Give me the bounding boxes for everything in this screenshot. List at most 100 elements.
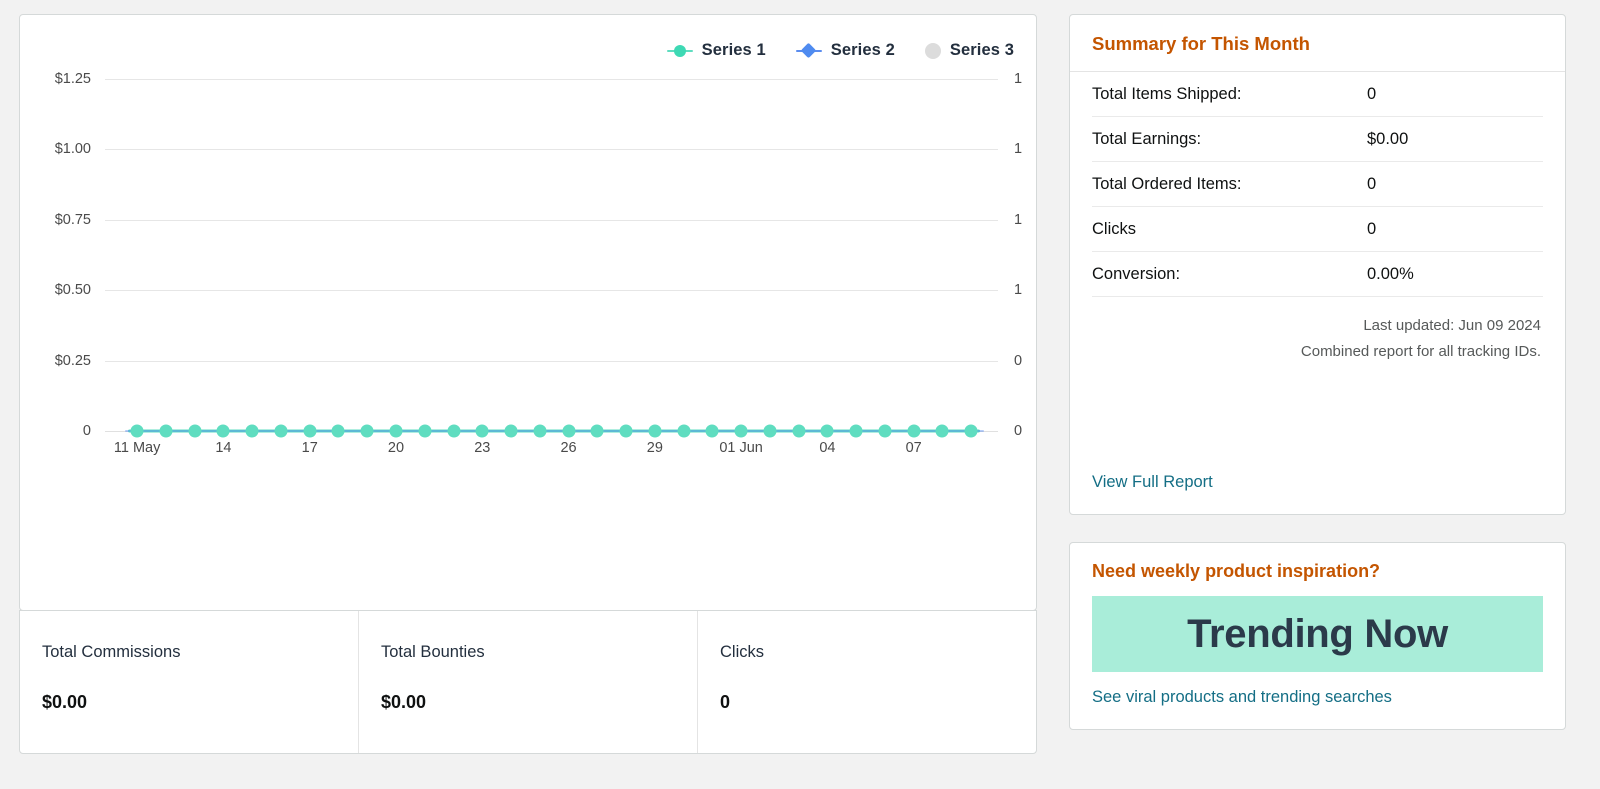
summary-row-value: 0.00% [1367, 265, 1414, 284]
right-column: Summary for This Month Total Items Shipp… [1069, 14, 1566, 775]
y-axis-left-tick: $0.75 [55, 212, 91, 228]
series-1-data-point[interactable] [217, 425, 230, 438]
series-1-data-point[interactable] [735, 425, 748, 438]
promo-panel: Need weekly product inspiration? Trendin… [1069, 542, 1566, 730]
x-axis-tick: 26 [560, 440, 576, 456]
summary-row: Total Earnings:$0.00 [1092, 117, 1543, 162]
promo-title: Need weekly product inspiration? [1092, 561, 1543, 582]
series-3-circle-marker-icon [925, 43, 941, 59]
summary-row-key: Clicks [1092, 220, 1367, 239]
x-axis-tick: 20 [388, 440, 404, 456]
series-1-data-point[interactable] [418, 425, 431, 438]
series-1-data-point[interactable] [792, 425, 805, 438]
summary-row-value: $0.00 [1367, 130, 1408, 149]
chart-plot-inner: $1.251$1.001$0.751$0.501$0.2500011 May14… [105, 79, 998, 431]
y-axis-left-tick: $1.25 [55, 71, 91, 87]
dashboard-page: Series 1 Series 2 Series 3 [0, 0, 1600, 789]
series-2-diamond-marker-icon [796, 44, 822, 58]
series-1-data-point[interactable] [907, 425, 920, 438]
summary-row: Total Items Shipped:0 [1092, 72, 1543, 117]
series-1-data-point[interactable] [821, 425, 834, 438]
trending-now-banner[interactable]: Trending Now [1092, 596, 1543, 672]
series-1-data-point[interactable] [965, 425, 978, 438]
series-1-data-point[interactable] [476, 425, 489, 438]
series-1-data-point[interactable] [936, 425, 949, 438]
summary-row-value: 0 [1367, 220, 1376, 239]
summary-footer: View Full Report [1070, 409, 1565, 514]
stat-value-clicks: 0 [720, 692, 1036, 713]
series-1-data-point[interactable] [648, 425, 661, 438]
summary-note-block: Last updated: Jun 09 2024 Combined repor… [1070, 297, 1565, 365]
summary-row-key: Conversion: [1092, 265, 1367, 284]
summary-row-key: Total Earnings: [1092, 130, 1367, 149]
y-axis-left-tick: 0 [83, 423, 91, 439]
chart-plot-area: $1.251$1.001$0.751$0.501$0.2500011 May14… [20, 79, 1038, 499]
summary-row-value: 0 [1367, 85, 1376, 104]
y-axis-left-tick: $0.50 [55, 282, 91, 298]
series-1-data-point[interactable] [159, 425, 172, 438]
summary-row: Clicks0 [1092, 207, 1543, 252]
chart-gridline [105, 149, 998, 150]
summary-row-value: 0 [1367, 175, 1376, 194]
y-axis-right-tick: 0 [1014, 353, 1022, 369]
series-1-data-point[interactable] [332, 425, 345, 438]
viral-products-link[interactable]: See viral products and trending searches [1092, 688, 1392, 706]
stat-value-total-bounties: $0.00 [381, 692, 697, 713]
summary-title: Summary for This Month [1092, 33, 1543, 55]
series-1-line-marker-icon [667, 44, 693, 58]
summary-panel-header: Summary for This Month [1070, 15, 1565, 72]
chart-gridline [105, 290, 998, 291]
x-axis-tick: 04 [819, 440, 835, 456]
stat-value-total-commissions: $0.00 [42, 692, 358, 713]
summary-row-key: Total Ordered Items: [1092, 175, 1367, 194]
legend-item-series-1[interactable]: Series 1 [667, 41, 766, 60]
summary-panel: Summary for This Month Total Items Shipp… [1069, 14, 1566, 515]
series-1-data-point[interactable] [850, 425, 863, 438]
series-1-data-point[interactable] [505, 425, 518, 438]
series-1-data-point[interactable] [447, 425, 460, 438]
stat-card-total-commissions: Total Commissions $0.00 [20, 611, 359, 753]
x-axis-tick: 11 May [114, 440, 160, 456]
series-1-data-point[interactable] [620, 425, 633, 438]
series-1-data-point[interactable] [562, 425, 575, 438]
x-axis-tick: 17 [302, 440, 318, 456]
x-axis-tick: 14 [215, 440, 231, 456]
stat-label-total-bounties: Total Bounties [381, 643, 697, 662]
left-column: Series 1 Series 2 Series 3 [19, 14, 1037, 775]
legend-label-series-2: Series 2 [831, 41, 895, 60]
legend-item-series-2[interactable]: Series 2 [796, 41, 895, 60]
series-1-data-point[interactable] [591, 425, 604, 438]
chart-card: Series 1 Series 2 Series 3 [19, 14, 1037, 611]
series-1-data-point[interactable] [246, 425, 259, 438]
chart-gridline [105, 220, 998, 221]
x-axis-tick: 23 [474, 440, 490, 456]
stat-label-clicks: Clicks [720, 643, 1036, 662]
y-axis-right-tick: 1 [1014, 71, 1022, 87]
series-1-data-point[interactable] [274, 425, 287, 438]
x-axis-tick: 07 [906, 440, 922, 456]
series-1-data-point[interactable] [763, 425, 776, 438]
y-axis-right-tick: 1 [1014, 212, 1022, 228]
series-1-data-point[interactable] [389, 425, 402, 438]
legend-item-series-3[interactable]: Series 3 [925, 41, 1014, 60]
stat-label-total-commissions: Total Commissions [42, 643, 358, 662]
series-1-data-point[interactable] [706, 425, 719, 438]
series-1-data-point[interactable] [361, 425, 374, 438]
series-1-data-point[interactable] [131, 425, 144, 438]
series-1-data-point[interactable] [303, 425, 316, 438]
chart-legend: Series 1 Series 2 Series 3 [667, 41, 1014, 60]
chart-gridline [105, 79, 998, 80]
series-1-data-point[interactable] [533, 425, 546, 438]
series-1-data-point[interactable] [188, 425, 201, 438]
trending-now-banner-text: Trending Now [1187, 612, 1448, 657]
view-full-report-link[interactable]: View Full Report [1092, 473, 1213, 491]
summary-rows: Total Items Shipped:0Total Earnings:$0.0… [1070, 72, 1565, 297]
summary-row: Conversion:0.00% [1092, 252, 1543, 297]
chart-gridline [105, 361, 998, 362]
series-1-data-point[interactable] [878, 425, 891, 438]
x-axis-tick: 01 Jun [719, 440, 763, 456]
summary-row-key: Total Items Shipped: [1092, 85, 1367, 104]
combined-report-note: Combined report for all tracking IDs. [1092, 339, 1541, 365]
series-1-data-point[interactable] [677, 425, 690, 438]
y-axis-right-tick: 1 [1014, 141, 1022, 157]
